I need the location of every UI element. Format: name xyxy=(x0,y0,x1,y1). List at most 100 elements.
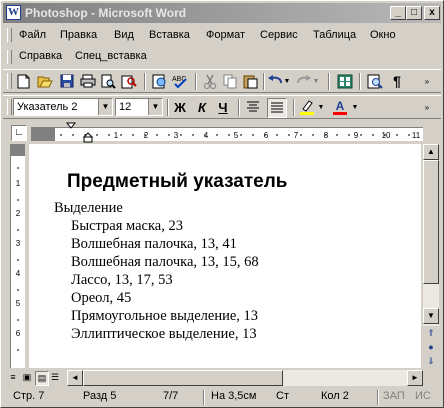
horizontal-bar: ≡ ▣ ▤ ☰ ◄ ► xyxy=(3,370,441,386)
redo-dropdown-icon[interactable]: ▼ xyxy=(312,73,320,89)
highlight-icon[interactable] xyxy=(299,99,315,115)
print-preview-icon[interactable] xyxy=(100,73,116,89)
bold-button[interactable]: Ж xyxy=(172,99,188,115)
style-select[interactable]: Указатель 2 ▼ xyxy=(13,98,113,116)
horizontal-scroll-thumb[interactable] xyxy=(83,370,283,386)
print-icon[interactable] xyxy=(80,73,96,89)
web-preview-icon[interactable] xyxy=(151,73,167,89)
status-page[interactable]: Стр. 7 xyxy=(13,390,44,402)
index-subentry[interactable]: Быстрая маска, 23 xyxy=(71,218,183,235)
chevron-down-icon[interactable]: ▼ xyxy=(98,99,112,115)
index-subentry[interactable]: Прямоугольное выделение, 13 xyxy=(71,308,258,325)
index-entry[interactable]: Выделение xyxy=(54,200,123,217)
horizontal-scrollbar[interactable]: ◄ ► xyxy=(67,370,423,386)
index-subentry[interactable]: Ореол, 45 xyxy=(71,290,131,307)
document-map-icon[interactable] xyxy=(337,73,353,89)
menu-grip-2[interactable] xyxy=(7,50,12,64)
index-heading[interactable]: Предметный указатель xyxy=(67,171,288,193)
style-value: Указатель 2 xyxy=(17,101,78,113)
svg-text:5: 5 xyxy=(234,131,239,140)
cut-icon[interactable] xyxy=(202,73,218,89)
chevron-down-icon[interactable]: ▼ xyxy=(148,99,162,115)
hanging-indent-icon[interactable] xyxy=(82,122,94,144)
font-color-label: A xyxy=(335,98,345,113)
spelling-icon[interactable]: ABC xyxy=(172,73,188,89)
status-pages[interactable]: 7/7 xyxy=(163,390,178,402)
menu-grip[interactable] xyxy=(7,28,12,42)
menu-table[interactable]: Таблица xyxy=(313,29,356,41)
status-line[interactable]: Ст xyxy=(276,390,289,402)
status-position[interactable]: На 3,5см xyxy=(211,390,256,402)
maximize-button[interactable]: □ xyxy=(406,6,422,20)
menu-help[interactable]: Справка xyxy=(19,50,62,62)
new-document-icon[interactable] xyxy=(15,73,31,89)
index-subentry[interactable]: Волшебная палочка, 13, 41 xyxy=(71,236,237,253)
word-app-icon[interactable]: W xyxy=(6,5,21,20)
undo-dropdown-icon[interactable]: ▼ xyxy=(283,73,291,89)
document-page[interactable]: Предметный указатель Выделение Быстрая м… xyxy=(29,144,421,368)
title-bar[interactable]: W Photoshop - Microsoft Word _ □ x xyxy=(3,3,441,23)
svg-text:1: 1 xyxy=(16,179,21,188)
toolbar-separator xyxy=(328,73,330,90)
open-folder-icon[interactable] xyxy=(37,73,53,89)
font-color-button[interactable]: A xyxy=(332,99,348,115)
align-center-icon[interactable] xyxy=(245,99,261,115)
menu-insert[interactable]: Вставка xyxy=(149,29,190,41)
copy-icon[interactable] xyxy=(222,73,238,89)
vertical-ruler[interactable]: 1 2 3 4 5 6 xyxy=(10,144,25,368)
vertical-scrollbar[interactable]: ▲ ▼ ⇑ ● ⇓ xyxy=(423,144,439,368)
scroll-thumb[interactable] xyxy=(423,160,439,284)
document-area[interactable]: Предметный указатель Выделение Быстрая м… xyxy=(29,144,421,368)
font-size-select[interactable]: 12 ▼ xyxy=(115,98,163,116)
show-formatting-icon[interactable]: ¶ xyxy=(389,73,405,89)
redo-icon[interactable] xyxy=(296,73,312,89)
scroll-right-button[interactable]: ► xyxy=(407,370,423,386)
menu-edit[interactable]: Правка xyxy=(60,29,97,41)
next-page-icon[interactable]: ⇓ xyxy=(423,354,439,368)
zoom-preview-icon[interactable] xyxy=(367,73,383,89)
menu-window[interactable]: Окно xyxy=(370,29,396,41)
justify-icon[interactable] xyxy=(267,98,287,118)
status-section[interactable]: Разд 5 xyxy=(83,390,116,402)
tab-selector[interactable]: ∟ xyxy=(11,125,27,141)
web-layout-icon[interactable]: ▣ xyxy=(21,371,33,384)
outline-view-icon[interactable]: ☰ xyxy=(49,371,61,384)
italic-button[interactable]: К xyxy=(194,99,210,115)
scroll-left-button[interactable]: ◄ xyxy=(67,370,83,386)
close-button[interactable]: x xyxy=(424,6,440,20)
horizontal-ruler[interactable]: ∟ 1 2 3 4 5 6 7 8 9 10 11 xyxy=(3,122,441,144)
font-color-swatch xyxy=(333,111,347,115)
menu-tools[interactable]: Сервис xyxy=(260,29,298,41)
print-layout-icon[interactable]: ▤ xyxy=(35,371,49,386)
svg-text:10: 10 xyxy=(382,131,391,140)
menu-paste-special[interactable]: Спец_вставка xyxy=(75,50,147,62)
indent-marker-icon[interactable] xyxy=(65,122,77,144)
index-subentry[interactable]: Волшебная палочка, 13, 15, 68 xyxy=(71,254,259,271)
scroll-down-button[interactable]: ▼ xyxy=(423,308,439,324)
scroll-up-button[interactable]: ▲ xyxy=(423,144,439,160)
toolbar-options-icon[interactable]: » xyxy=(421,99,433,115)
save-icon[interactable] xyxy=(59,73,75,89)
menu-file[interactable]: Файл xyxy=(19,29,46,41)
toolbar-grip[interactable] xyxy=(7,73,12,89)
index-subentry[interactable]: Эллиптическое выделение, 13 xyxy=(71,326,257,343)
status-column[interactable]: Кол 2 xyxy=(321,390,349,402)
toolbar-options-icon[interactable]: » xyxy=(421,73,433,89)
status-rec[interactable]: ЗАП xyxy=(383,390,405,402)
minimize-button[interactable]: _ xyxy=(390,6,406,20)
toolbar-grip[interactable] xyxy=(7,99,12,115)
font-color-dropdown-icon[interactable]: ▼ xyxy=(351,99,359,115)
undo-icon[interactable] xyxy=(267,73,283,89)
index-subentry[interactable]: Лассо, 13, 17, 53 xyxy=(71,272,173,289)
underline-button[interactable]: Ч xyxy=(215,99,231,115)
research-icon[interactable] xyxy=(121,73,137,89)
paste-icon[interactable] xyxy=(242,73,258,89)
menu-view[interactable]: Вид xyxy=(114,29,134,41)
normal-view-icon[interactable]: ≡ xyxy=(7,371,19,384)
previous-page-icon[interactable]: ⇑ xyxy=(423,326,439,340)
status-isp[interactable]: ИС xyxy=(415,390,431,402)
select-browse-object-icon[interactable]: ● xyxy=(423,340,439,354)
highlight-dropdown-icon[interactable]: ▼ xyxy=(317,99,325,115)
svg-text:4: 4 xyxy=(16,269,21,278)
menu-format[interactable]: Формат xyxy=(206,29,245,41)
